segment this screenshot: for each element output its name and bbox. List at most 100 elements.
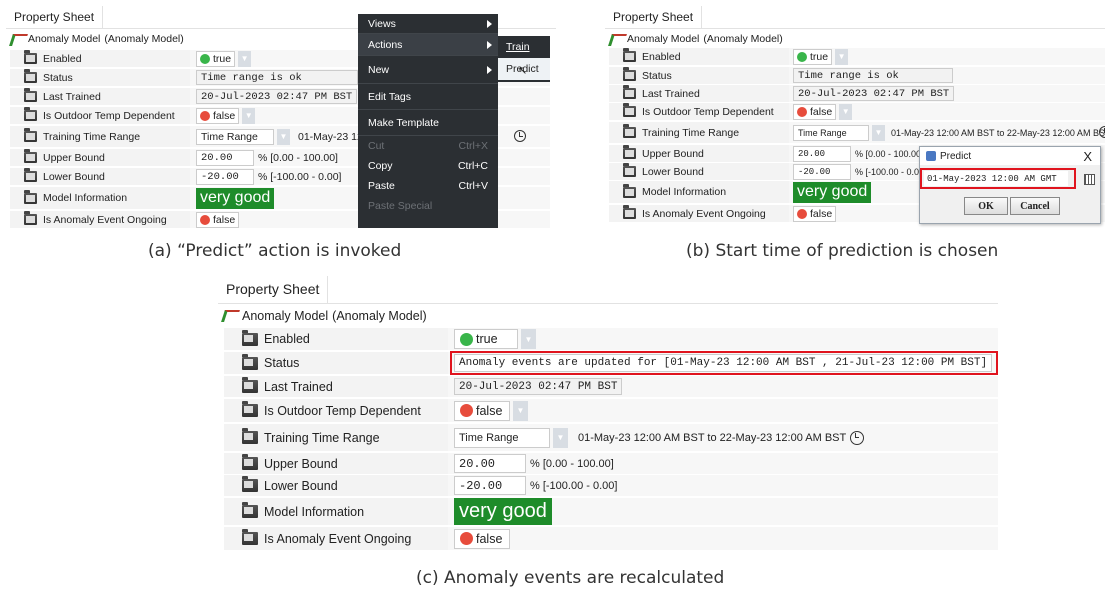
clock-icon[interactable] xyxy=(850,431,864,445)
last-trained-value: 20-Jul-2023 02:47 PM BST xyxy=(793,86,955,101)
lower-bound-input[interactable]: -20.00 xyxy=(196,168,254,185)
label-upper: Upper Bound xyxy=(43,151,105,164)
lower-bound-input[interactable]: -20.00 xyxy=(793,163,851,180)
label-upper: Upper Bound xyxy=(264,456,338,471)
chevron-right-icon xyxy=(487,65,492,74)
upper-bound-input[interactable]: 20.00 xyxy=(454,454,526,473)
row-enabled: Enabled true ▼ xyxy=(224,327,998,350)
model-type: (Anomaly Model) xyxy=(332,309,427,323)
dialog-title: Predict xyxy=(940,150,972,162)
label-model-info: Model Information xyxy=(264,504,365,519)
property-icon xyxy=(242,529,258,545)
outdoor-toggle[interactable]: false xyxy=(196,107,240,124)
menu-item-cut: Cut Ctrl+X xyxy=(368,140,488,152)
property-icon xyxy=(623,163,636,177)
label-outdoor: Is Outdoor Temp Dependent xyxy=(264,403,421,418)
lower-range: % [-100.00 - 0.00] xyxy=(855,166,927,177)
status-value: Time range is ok xyxy=(196,70,358,85)
outdoor-toggle[interactable]: false xyxy=(793,103,837,120)
upper-bound-input[interactable]: 20.00 xyxy=(793,145,851,162)
anomaly-model-icon xyxy=(609,32,623,46)
menu-item-views[interactable]: Views xyxy=(358,14,498,34)
menu-item-new[interactable]: New xyxy=(358,56,498,84)
caption-a: (a) “Predict” action is invoked xyxy=(148,241,402,261)
model-name: Anomaly Model xyxy=(242,309,329,323)
upper-range: % [0.00 - 100.00] xyxy=(530,457,614,470)
chevron-down-icon[interactable]: ▼ xyxy=(553,427,568,448)
divider xyxy=(605,28,1105,29)
property-icon xyxy=(623,205,636,219)
caption-c: (c) Anomaly events are recalculated xyxy=(416,568,725,588)
true-dot-icon xyxy=(460,332,473,346)
property-sheet-tab[interactable]: Property Sheet xyxy=(6,6,104,28)
label-enabled: Enabled xyxy=(264,332,310,346)
model-header: Anomaly Model (Anomaly Model) xyxy=(222,306,427,326)
property-sheet-tab[interactable]: Property Sheet xyxy=(218,276,329,303)
property-icon xyxy=(623,183,636,198)
property-icon xyxy=(242,353,258,370)
cancel-button[interactable]: Cancel xyxy=(1010,197,1060,215)
training-range-text: 01-May-23 12:00 AM BST to 22-May-23 12:0… xyxy=(891,127,1105,138)
row-upper: Upper Bound 20.00 % [0.00 - 100.00] xyxy=(224,452,998,474)
model-type: (Anomaly Model) xyxy=(703,32,783,45)
menu-item-make-template[interactable]: Make Template xyxy=(358,110,498,136)
property-sheet-tab[interactable]: Property Sheet xyxy=(605,6,703,28)
label-anomaly-ongoing: Is Anomaly Event Ongoing xyxy=(642,207,766,220)
chevron-down-icon[interactable]: ▼ xyxy=(872,124,885,141)
label-last-trained: Last Trained xyxy=(264,379,333,394)
dialog-title-bar: Predict xyxy=(920,147,1100,165)
upper-bound-input[interactable]: 20.00 xyxy=(196,149,254,166)
chevron-down-icon[interactable]: ▼ xyxy=(835,48,849,65)
menu-item-copy[interactable]: Copy Ctrl+C xyxy=(358,156,498,176)
false-dot-icon xyxy=(200,214,210,225)
ok-button[interactable]: OK xyxy=(964,197,1008,215)
property-icon xyxy=(24,128,37,142)
outdoor-toggle[interactable]: false xyxy=(454,400,510,421)
label-upper: Upper Bound xyxy=(642,147,704,160)
time-range-select[interactable]: Time Range xyxy=(793,124,869,141)
property-icon xyxy=(242,454,258,470)
menu-item-paste[interactable]: Paste Ctrl+V xyxy=(358,176,498,196)
row-last-trained: Last Trained 20-Jul-2023 02:47 PM BST xyxy=(224,375,998,397)
status-value: Time range is ok xyxy=(793,68,953,83)
label-status: Status xyxy=(642,69,672,82)
label-enabled: Enabled xyxy=(43,52,82,65)
close-icon[interactable]: X xyxy=(1083,149,1092,164)
model-info-badge: very good xyxy=(793,181,872,203)
time-range-select[interactable]: Time Range xyxy=(196,128,274,145)
clock-icon[interactable] xyxy=(514,130,526,142)
enabled-toggle[interactable]: true xyxy=(196,50,236,67)
chevron-down-icon[interactable]: ▼ xyxy=(277,128,290,145)
lower-bound-input[interactable]: -20.00 xyxy=(454,476,526,495)
property-icon xyxy=(623,103,636,117)
model-name: Anomaly Model xyxy=(28,32,101,45)
menu-item-edit-tags[interactable]: Edit Tags xyxy=(358,84,498,110)
chevron-down-icon[interactable]: ▼ xyxy=(839,103,853,120)
time-range-select[interactable]: Time Range xyxy=(454,427,550,448)
label-training-range: Training Time Range xyxy=(642,126,740,139)
menu-item-actions[interactable]: Actions xyxy=(358,34,498,56)
chevron-right-icon xyxy=(487,40,492,49)
chevron-down-icon[interactable]: ▼ xyxy=(238,50,252,67)
model-info-badge: very good xyxy=(454,498,552,525)
last-trained-value: 20-Jul-2023 02:47 PM BST xyxy=(454,378,623,395)
property-icon xyxy=(242,377,258,393)
row-outdoor: Is Outdoor Temp Dependent false ▼ xyxy=(609,102,1105,120)
property-icon xyxy=(242,476,258,492)
calendar-icon[interactable] xyxy=(1084,174,1095,185)
label-anomaly-ongoing: Is Anomaly Event Ongoing xyxy=(43,213,167,226)
chevron-down-icon[interactable]: ▼ xyxy=(521,329,536,349)
label-training-range: Training Time Range xyxy=(43,130,141,143)
property-icon xyxy=(242,401,258,417)
chevron-down-icon[interactable]: ▼ xyxy=(242,107,256,124)
enabled-toggle[interactable]: true xyxy=(793,48,833,65)
property-icon xyxy=(242,329,258,346)
clock-icon[interactable] xyxy=(1099,126,1105,138)
lower-range: % [-100.00 - 0.00] xyxy=(258,170,342,183)
false-dot-icon xyxy=(200,110,210,121)
true-dot-icon xyxy=(797,51,807,62)
chevron-down-icon[interactable]: ▼ xyxy=(513,400,528,421)
anomaly-model-icon xyxy=(222,308,238,324)
enabled-toggle[interactable]: true xyxy=(454,329,518,349)
submenu-item-train[interactable]: Train xyxy=(498,36,550,58)
